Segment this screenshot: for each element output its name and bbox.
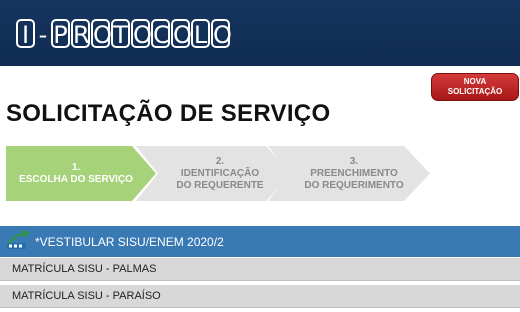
step-label: ESCOLHA DO SERVIÇO xyxy=(19,173,133,185)
logo-letter: T xyxy=(111,19,130,49)
logo-letter: C xyxy=(151,19,170,49)
logo-dash: - xyxy=(38,21,48,49)
logo-letter: P xyxy=(51,19,70,49)
service-item-label: MATRÍCULA SISU - PALMAS xyxy=(12,263,157,275)
step-label: DO REQUERENTE xyxy=(176,179,264,191)
service-item-label: MATRÍCULA SISU - PARAÍSO xyxy=(12,290,161,302)
app-header: I - P R O T O C O L O xyxy=(0,0,520,66)
logo-letter: O xyxy=(211,19,232,49)
progress-steps: 1. ESCOLHA DO SERVIÇO 2. IDENTIFICAÇÃO D… xyxy=(0,146,520,201)
new-request-label-line2: SOLICITAÇÃO xyxy=(447,87,503,96)
i-protocolo-logo[interactable]: I - P R O T O C O L O xyxy=(16,19,232,49)
step-label: PREENCHIMENTO xyxy=(310,167,398,179)
step-number: 2. xyxy=(215,155,225,167)
logo-letter: I xyxy=(16,19,35,49)
service-item[interactable]: MATRÍCULA SISU - PALMAS xyxy=(0,258,520,281)
step-number: 1. xyxy=(71,161,81,173)
step-request-filling[interactable]: 3. PREENCHIMENTO DO REQUERIMENTO xyxy=(268,146,430,201)
step-requester-identification[interactable]: 2. IDENTIFICAÇÃO DO REQUERENTE xyxy=(136,146,292,201)
step-label: DO REQUERIMENTO xyxy=(304,179,404,191)
logo-letter: O xyxy=(91,19,112,49)
new-request-label-line1: NOVA xyxy=(463,77,487,86)
logo-letter: R xyxy=(71,19,90,49)
step-label: IDENTIFICAÇÃO xyxy=(180,167,260,179)
step-choose-service[interactable]: 1. ESCOLHA DO SERVIÇO xyxy=(6,146,156,201)
logo-letter: L xyxy=(191,19,210,49)
new-request-button[interactable]: NOVA SOLICITAÇÃO xyxy=(431,73,519,101)
page-title: SOLICITAÇÃO DE SERVIÇO xyxy=(6,100,331,127)
step-number: 3. xyxy=(349,155,359,167)
sisu-logo-icon xyxy=(6,230,30,249)
logo-letter: O xyxy=(171,19,192,49)
service-category-header[interactable]: *VESTIBULAR SISU/ENEM 2020/2 xyxy=(0,226,520,257)
service-category-title: *VESTIBULAR SISU/ENEM 2020/2 xyxy=(35,235,224,249)
logo-letter: O xyxy=(131,19,152,49)
service-item[interactable]: MATRÍCULA SISU - PARAÍSO xyxy=(0,285,520,308)
